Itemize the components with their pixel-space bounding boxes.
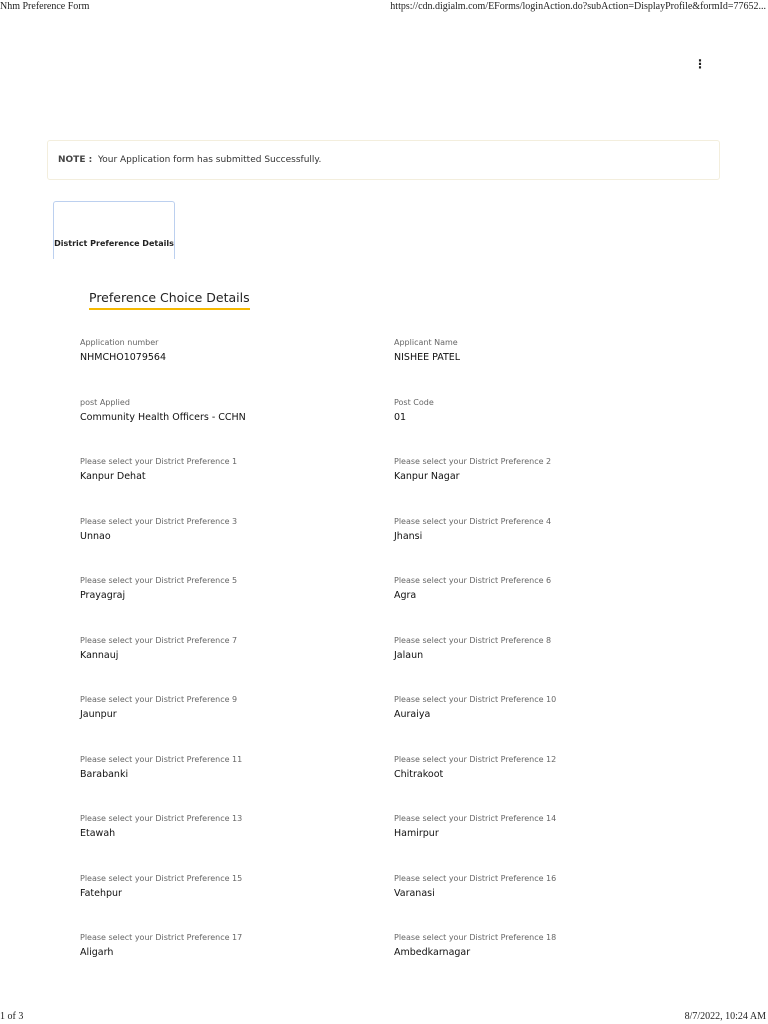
form-field: Please select your District Preference 9…	[80, 695, 380, 720]
field-value: Aligarh	[80, 947, 114, 958]
field-label: Please select your District Preference 1…	[394, 814, 557, 823]
note-label: NOTE :	[58, 155, 93, 165]
field-label: Please select your District Preference 6	[394, 576, 552, 585]
field-label: Please select your District Preference 1…	[80, 754, 243, 764]
field-value: Kanpur Dehat	[80, 471, 146, 482]
form-field: Please select your District Preference 5…	[80, 576, 380, 601]
field-value: Varanasi	[394, 887, 435, 899]
field-label: Please select your District Preference 1…	[80, 933, 243, 942]
field-value: Prayagraj	[80, 590, 126, 601]
form-field: Please select your District Preference 2…	[394, 457, 694, 482]
form-field: Please select your District Preference 1…	[80, 814, 380, 839]
form-field: Please select your District Preference 1…	[394, 814, 694, 839]
form-field: Applicant Name NISHEE PATEL	[394, 338, 694, 363]
field-label: Please select your District Preference 4	[394, 516, 552, 526]
field-label: Please select your District Preference 1…	[394, 873, 557, 883]
field-value: NHMCHO1079564	[80, 352, 167, 363]
field-value: Fatehpur	[80, 887, 122, 899]
field-value: 01	[394, 411, 407, 423]
field-value: Auraiya	[394, 709, 431, 720]
field-value: Jaunpur	[80, 709, 117, 720]
page-title: Nhm Preference Form	[0, 1, 90, 12]
page-url: https://cdn.digialm.com/EForms/loginActi…	[390, 1, 766, 12]
form-field: Please select your District Preference 1…	[80, 933, 380, 958]
form-field: Application number NHMCHO1079564	[80, 338, 380, 363]
section-title: Preference Choice Details	[89, 290, 250, 310]
field-label: Please select your District Preference 1	[80, 457, 238, 466]
field-label: post Applied	[80, 397, 130, 407]
form-field: Please select your District Preference 6…	[394, 576, 694, 601]
form-field: Please select your District Preference 1…	[80, 457, 380, 482]
print-datetime: 8/7/2022, 10:24 AM	[684, 1011, 766, 1022]
form-field: Please select your District Preference 8…	[394, 636, 694, 661]
field-value: Community Health Officers - CCHN	[80, 411, 246, 423]
field-value: Unnao	[80, 530, 111, 542]
field-label: Please select your District Preference 8	[394, 635, 552, 645]
field-value: Chitrakoot	[394, 768, 444, 780]
form-field: Please select your District Preference 1…	[394, 874, 694, 899]
field-label: Post Code	[394, 397, 434, 407]
field-label: Please select your District Preference 1…	[394, 695, 557, 704]
form-field: Please select your District Preference 1…	[394, 933, 694, 958]
tab-district-preference-details[interactable]: District Preference Details	[53, 201, 175, 259]
field-value: Agra	[394, 590, 417, 601]
field-value: Kannauj	[80, 649, 119, 661]
note-text: Your Application form has submitted Succ…	[97, 155, 322, 165]
field-label: Please select your District Preference 1…	[80, 814, 243, 823]
field-label: Please select your District Preference 2	[394, 457, 552, 466]
field-label: Applicant Name	[394, 338, 458, 347]
field-value: Kanpur Nagar	[394, 471, 460, 482]
field-label: Please select your District Preference 7	[80, 635, 238, 645]
form-field: Please select your District Preference 7…	[80, 636, 380, 661]
field-value: Etawah	[80, 828, 116, 839]
page-number: 1 of 3	[0, 1011, 24, 1022]
field-label: Please select your District Preference 1…	[394, 754, 557, 764]
field-value: Hamirpur	[394, 828, 439, 839]
field-value: Jhansi	[394, 530, 423, 542]
success-note: NOTE : Your Application form has submitt…	[47, 140, 720, 180]
field-value: Jalaun	[394, 649, 424, 661]
form-field: Please select your District Preference 1…	[394, 755, 694, 780]
form-field: Please select your District Preference 4…	[394, 517, 694, 542]
field-value: NISHEE PATEL	[394, 352, 461, 363]
field-label: Please select your District Preference 5	[80, 576, 238, 585]
field-value: Barabanki	[80, 768, 129, 780]
field-label: Please select your District Preference 1…	[394, 933, 557, 942]
form-field: Please select your District Preference 1…	[80, 755, 380, 780]
field-label: Application number	[80, 338, 159, 347]
form-field: post Applied Community Health Officers - …	[80, 398, 380, 423]
field-value: Ambedkarnagar	[394, 947, 471, 958]
form-field: Post Code 01	[394, 398, 694, 423]
form-field: Please select your District Preference 3…	[80, 517, 380, 542]
form-field: Please select your District Preference 1…	[80, 874, 380, 899]
field-label: Please select your District Preference 9	[80, 695, 238, 704]
field-label: Please select your District Preference 3	[80, 516, 238, 526]
more-options-icon[interactable]: ⋮	[694, 58, 706, 70]
form-field: Please select your District Preference 1…	[394, 695, 694, 720]
field-label: Please select your District Preference 1…	[80, 873, 243, 883]
